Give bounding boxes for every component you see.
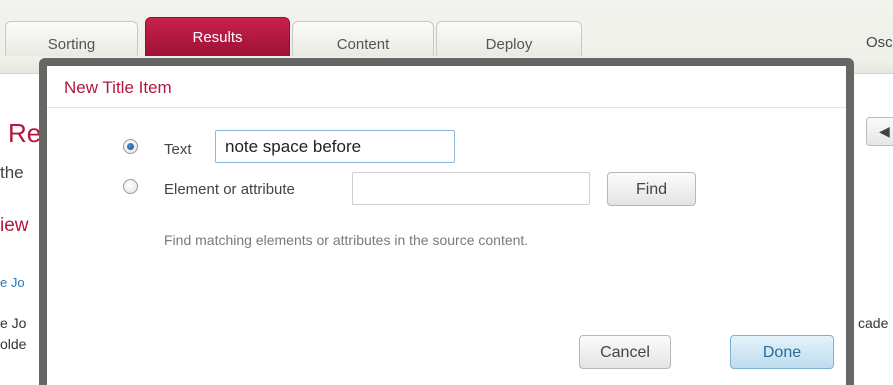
tab-sorting[interactable]: Sorting	[5, 21, 138, 56]
user-name[interactable]: Osc	[866, 34, 893, 51]
text-input[interactable]	[215, 130, 455, 163]
result-text: e Jo	[0, 315, 27, 331]
tab-deploy[interactable]: Deploy	[436, 21, 582, 56]
find-hint: Find matching elements or attributes in …	[164, 232, 529, 248]
back-button[interactable]: ◀	[866, 117, 893, 146]
text-option-radio[interactable]	[123, 139, 138, 154]
element-input[interactable]	[352, 172, 590, 205]
new-title-item-dialog: New Title Item Text Element or attribute…	[47, 66, 846, 385]
tab-results[interactable]: Results	[145, 17, 290, 56]
chevron-left-icon: ◀	[879, 123, 890, 139]
tab-content[interactable]: Content	[292, 21, 434, 56]
result-text: cade	[858, 315, 889, 331]
cancel-button[interactable]: Cancel	[579, 335, 671, 369]
dialog-title: New Title Item	[64, 78, 172, 97]
page-heading: Re	[8, 118, 42, 148]
text-option-label: Text	[164, 141, 192, 158]
result-link[interactable]: e Jo	[0, 275, 25, 290]
page-description: the	[0, 163, 24, 182]
result-text: olde	[0, 336, 27, 352]
title-divider	[47, 107, 846, 108]
element-option-label: Element or attribute	[164, 181, 295, 198]
element-option-radio[interactable]	[123, 179, 138, 194]
find-button[interactable]: Find	[607, 172, 696, 206]
section-link[interactable]: iew	[0, 215, 29, 237]
done-button[interactable]: Done	[730, 335, 834, 369]
